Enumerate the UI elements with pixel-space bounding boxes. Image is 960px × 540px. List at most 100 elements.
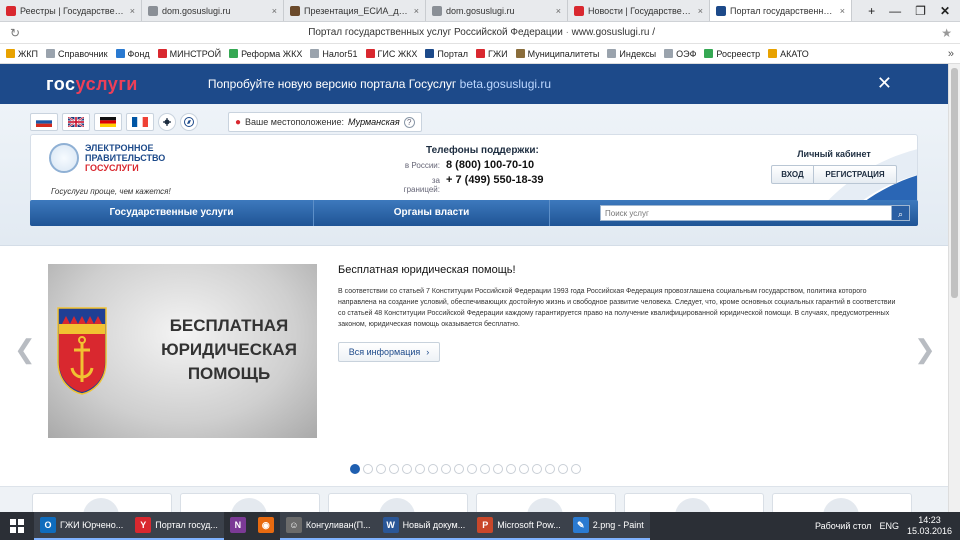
bookmark-item[interactable]: Росреестр [704,49,760,59]
location-value[interactable]: Мурманская [348,117,400,127]
bookmark-item[interactable]: ЖКП [6,49,38,59]
carousel-dot[interactable] [415,464,425,474]
lang-de-button[interactable] [94,113,122,131]
carousel-dot[interactable] [571,464,581,474]
main-nav: Государственные услуги Органы власти ⌕ [30,200,918,226]
bookmark-item[interactable]: Индексы [607,49,656,59]
app-icon: ◉ [257,517,274,533]
carousel-next-icon[interactable]: ❯ [914,334,936,365]
language-indicator[interactable]: ENG [879,521,899,531]
bookmark-item[interactable]: ОЭФ [664,49,696,59]
carousel-dot[interactable] [363,464,373,474]
tab-close-icon[interactable]: × [698,6,703,16]
browser-tab[interactable]: Презентация_ЕСИА_для_докла × [284,0,426,21]
carousel-dot[interactable] [389,464,399,474]
tab-close-icon[interactable]: × [272,6,277,16]
browser-tab[interactable]: Новости | Государственная жи × [568,0,710,21]
nav-government-services[interactable]: Государственные услуги [30,200,314,226]
location-selector[interactable]: ● Ваше местоположение: Мурманская ? [228,112,422,132]
carousel-dot[interactable] [545,464,555,474]
carousel-dot[interactable] [428,464,438,474]
bookmark-item[interactable]: АКАТО [768,49,809,59]
reload-icon[interactable]: ↻ [8,26,22,40]
e-gov-logo[interactable]: ЭЛЕКТРОННОЕ ПРАВИТЕЛЬСТВО ГОСУСЛУГИ [49,143,165,173]
browser-tab[interactable]: dom.gosuslugi.ru × [142,0,284,21]
taskbar-app[interactable]: N [224,512,252,540]
app-label: Конгуливан(П... [305,520,371,530]
taskbar-app[interactable]: ◉ [252,512,280,540]
tab-close-icon[interactable]: × [130,6,135,16]
bookmark-item[interactable]: Муниципалитеты [515,49,599,59]
carousel-dot[interactable] [493,464,503,474]
search-icon[interactable]: ⌕ [892,205,910,221]
lang-fr-button[interactable] [126,113,154,131]
slide-image[interactable]: БЕСПЛАТНАЯ ЮРИДИЧЕСКАЯ ПОМОЩЬ [48,264,317,438]
login-button[interactable]: ВХОД [772,166,813,183]
restore-button[interactable]: ❐ [915,4,926,18]
tab-close-icon[interactable]: × [840,6,845,16]
location-pin-icon: ● [235,116,242,128]
carousel-dot[interactable] [350,464,360,474]
more-info-button[interactable]: Вся информация › [338,342,440,362]
gosuslugi-logo[interactable]: госуслуги [46,74,138,95]
close-window-button[interactable]: ✕ [940,4,950,18]
new-tab-button[interactable]: + [868,4,875,18]
tab-favicon-icon [432,5,442,16]
news-carousel: БЕСПЛАТНАЯ ЮРИДИЧЕСКАЯ ПОМОЩЬ Бесплатная… [0,246,948,486]
browser-tab[interactable]: dom.gosuslugi.ru × [426,0,568,21]
bookmark-star-icon[interactable]: ★ [941,26,952,40]
banner-close-icon[interactable]: ✕ [877,74,892,92]
lang-ru-button[interactable] [30,113,58,131]
bookmark-item[interactable]: Реформа ЖКХ [229,49,302,59]
bookmark-item[interactable]: МИНСТРОЙ [157,49,221,59]
bookmark-item[interactable]: ГЖИ [475,49,508,59]
accessibility-icon[interactable] [158,113,176,131]
bookmarks-more-icon[interactable]: » [948,48,954,60]
carousel-dot[interactable] [480,464,490,474]
slogan: Госуслуги проще, чем кажется! [51,187,171,196]
clock[interactable]: 14:23 15.03.2016 [907,515,952,537]
carousel-prev-icon[interactable]: ❮ [14,334,36,365]
carousel-dot[interactable] [532,464,542,474]
bookmark-favicon-icon [704,49,714,58]
minimize-button[interactable]: — [889,4,901,18]
start-button[interactable] [0,512,34,540]
slide-title[interactable]: Бесплатная юридическая помощь! [338,264,516,276]
taskbar-app[interactable]: ☺ Конгуливан(П... [279,512,377,540]
taskbar-app[interactable]: W Новый докум... [376,512,472,540]
bookmark-favicon-icon [6,49,15,58]
taskbar-app[interactable]: ✎ 2.png - Paint [566,512,650,540]
register-button[interactable]: РЕГИСТРАЦИЯ [813,166,896,183]
beta-link[interactable]: beta.gosuslugi.ru [460,77,551,91]
help-icon[interactable]: ? [403,116,415,128]
bookmark-item[interactable]: Справочник [46,49,108,59]
bookmark-item[interactable]: ГИС ЖКХ [365,49,417,59]
carousel-dot[interactable] [454,464,464,474]
page-scrollbar[interactable] [948,64,960,512]
tab-close-icon[interactable]: × [556,6,561,16]
bookmark-item[interactable]: Фонд [115,49,150,59]
carousel-dot[interactable] [441,464,451,474]
carousel-dot[interactable] [376,464,386,474]
tab-close-icon[interactable]: × [414,6,419,16]
lang-en-button[interactable] [62,113,90,131]
scrollbar-thumb[interactable] [951,68,958,298]
carousel-dot[interactable] [402,464,412,474]
taskbar-app[interactable]: Y Портал госуд... [129,512,224,540]
desktop-toolbar[interactable]: Рабочий стол [815,521,872,531]
url-field[interactable]: Портал государственных услуг Российской … [30,27,933,38]
bookmark-item[interactable]: Налог51 [310,49,358,59]
search-input[interactable] [600,205,892,221]
browser-tab[interactable]: Портал государственных у × [710,0,852,21]
bookmark-item[interactable]: Портал [425,49,468,59]
carousel-dot[interactable] [467,464,477,474]
nav-authorities[interactable]: Органы власти [314,200,550,226]
carousel-dot[interactable] [506,464,516,474]
compass-icon[interactable] [180,113,198,131]
taskbar-app[interactable]: O ГЖИ Юрчено... [34,512,130,540]
tab-favicon-icon [574,5,584,16]
carousel-dot[interactable] [519,464,529,474]
taskbar-app[interactable]: P Microsoft Pow... [471,512,567,540]
carousel-dot[interactable] [558,464,568,474]
browser-tab[interactable]: Реестры | Государственная жи × [0,0,142,21]
